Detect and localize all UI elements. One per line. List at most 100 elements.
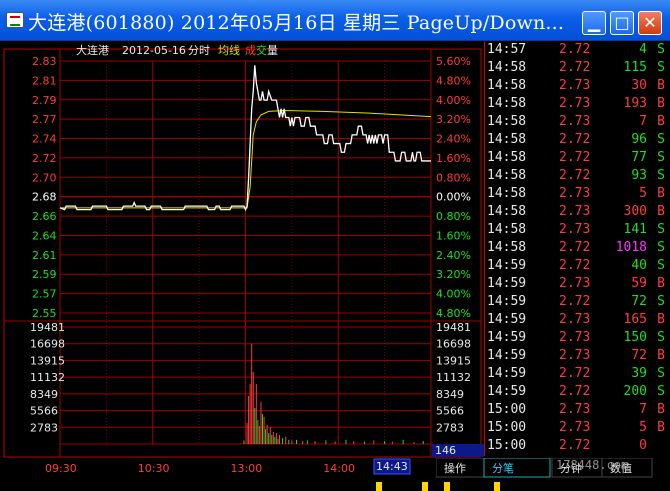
tick-side: B (657, 78, 665, 93)
tick-price: 2.72 (559, 294, 591, 309)
tick-side: B (657, 186, 665, 201)
tick-volume: 7 (639, 114, 647, 129)
title-bar[interactable]: 大连港(601880) 2012年05月16日 星期三 PageUp/Down.… (0, 0, 670, 41)
tick-price: 2.72 (559, 132, 591, 147)
tick-volume: 300 (623, 204, 647, 219)
tick-time: 14:58 (487, 96, 527, 111)
percent-tick-label: 1.60% (436, 152, 471, 165)
tick-row[interactable]: 14:58 2.72 77 S (485, 149, 670, 167)
cursor-time-label: 14:43 (376, 460, 408, 473)
percent-tick-label: 3.20% (436, 113, 471, 126)
tick-side: S (657, 258, 665, 273)
tick-row[interactable]: 14:58 2.72 93 S (485, 167, 670, 185)
tick-volume: 96 (631, 132, 647, 147)
tab-1[interactable]: 分笔 (483, 458, 551, 478)
price-tick-label: 2.64 (32, 229, 57, 242)
percent-tick-label: 0.00% (436, 191, 471, 204)
scroll-marker-3 (444, 482, 450, 491)
tick-row[interactable]: 14:58 2.73 193 B (485, 95, 670, 113)
tick-row[interactable]: 14:58 2.73 5 B (485, 185, 670, 203)
tick-row[interactable]: 14:59 2.73 72 B (485, 347, 670, 365)
price-tick-label: 2.81 (32, 74, 57, 87)
tick-volume: 72 (631, 294, 647, 309)
intraday-chart[interactable]: 大连港 2012-05-16 分时 均线 成 交 量 2.83 2.81 2.79 2… (0, 41, 484, 489)
tick-volume: 115 (623, 60, 647, 75)
price-tick-label: 2.59 (32, 268, 57, 281)
tick-row[interactable]: 14:59 2.73 165 B (485, 311, 670, 329)
tick-time: 14:58 (487, 114, 527, 129)
date-label: 2012-05-16 (122, 44, 186, 57)
tick-volume: 30 (631, 78, 647, 93)
app-icon[interactable] (6, 12, 24, 28)
bottom-tabs: 操作 分笔 分钟 数值 (436, 458, 653, 478)
tick-price: 2.72 (559, 258, 591, 273)
price-tick-label: 2.68 (32, 191, 57, 204)
time-tick-label: 13:00 (231, 462, 263, 475)
volume-tick-label: 11132 (30, 371, 65, 384)
tick-row[interactable]: 14:58 2.73 141 S (485, 221, 670, 239)
tick-volume: 93 (631, 168, 647, 183)
tick-time: 14:58 (487, 168, 527, 183)
tick-price: 2.73 (559, 96, 591, 111)
volume-tick-label: 13915 (30, 354, 65, 367)
tab-0[interactable]: 操作 (436, 458, 485, 478)
tick-price: 2.72 (559, 168, 591, 183)
percent-tick-label: 4.00% (436, 288, 471, 301)
tick-time: 14:58 (487, 222, 527, 237)
tick-row[interactable]: 14:59 2.72 39 S (485, 365, 670, 383)
tick-row[interactable]: 14:59 2.73 59 B (485, 275, 670, 293)
tick-price: 2.72 (559, 438, 591, 453)
price-tick-label: 2.77 (32, 113, 57, 126)
tick-side: S (657, 222, 665, 237)
tick-row[interactable]: 14:58 2.72 115 S (485, 59, 670, 77)
tick-row[interactable]: 15:00 2.72 0 (485, 437, 670, 455)
tick-side: S (657, 294, 665, 309)
tick-row[interactable]: 14:59 2.72 200 S (485, 383, 670, 401)
tick-row[interactable]: 15:00 2.73 5 B (485, 419, 670, 437)
tab-label: 操作 (444, 461, 466, 475)
vol-label-c: 量 (267, 44, 278, 57)
tick-volume: 5 (639, 186, 647, 201)
tick-row[interactable]: 14:58 2.73 7 B (485, 113, 670, 131)
price-tick-label: 2.70 (32, 171, 57, 184)
tick-time: 15:00 (487, 438, 527, 453)
watermark: 178448.com (556, 458, 629, 472)
tick-row[interactable]: 14:58 2.72 1018 S (485, 239, 670, 257)
tick-row[interactable]: 14:59 2.73 150 S (485, 329, 670, 347)
minimize-button[interactable]: ▁ (582, 11, 606, 35)
tick-time: 14:59 (487, 258, 527, 273)
tick-time: 14:59 (487, 348, 527, 363)
tick-list[interactable]: 14:57 2.72 4 S 14:58 2.72 115 S 14:58 2.73 30 B 14:5… (484, 41, 670, 456)
tick-time: 14:57 (487, 42, 527, 57)
tick-row[interactable]: 14:58 2.73 30 B (485, 77, 670, 95)
tick-side: B (657, 204, 665, 219)
tick-time: 14:59 (487, 384, 527, 399)
tick-time: 14:58 (487, 150, 527, 165)
tick-side: S (657, 42, 665, 57)
tab-label: 分笔 (492, 461, 514, 475)
tick-time: 14:59 (487, 276, 527, 291)
tick-price: 2.73 (559, 276, 591, 291)
tick-row[interactable]: 14:58 2.72 96 S (485, 131, 670, 149)
volume-tick-label-right: 19481 (436, 321, 471, 334)
tick-price: 2.73 (559, 312, 591, 327)
tick-side: S (657, 150, 665, 165)
tick-row[interactable]: 15:00 2.73 7 B (485, 401, 670, 419)
tick-price: 2.73 (559, 348, 591, 363)
tick-row[interactable]: 14:57 2.72 4 S (485, 41, 670, 59)
tick-volume: 165 (623, 312, 647, 327)
tick-row[interactable]: 14:58 2.73 300 B (485, 203, 670, 221)
tick-row[interactable]: 14:59 2.72 40 S (485, 257, 670, 275)
scroll-marker-4 (494, 482, 500, 491)
tick-volume: 39 (631, 366, 647, 381)
tick-side: S (657, 60, 665, 75)
chart-header: 大连港 2012-05-16 分时 均线 成 交 量 (76, 43, 278, 57)
maximize-button[interactable]: □ (610, 11, 634, 35)
window-title: 大连港(601880) 2012年05月16日 星期三 PageUp/Down.… (28, 12, 565, 34)
percent-tick-label: 4.00% (436, 94, 471, 107)
tick-row[interactable]: 14:59 2.72 72 S (485, 293, 670, 311)
price-tick-label: 2.55 (32, 307, 57, 320)
close-button[interactable]: ✕ (638, 11, 662, 35)
tick-side: S (657, 384, 665, 399)
tick-side: S (657, 168, 665, 183)
